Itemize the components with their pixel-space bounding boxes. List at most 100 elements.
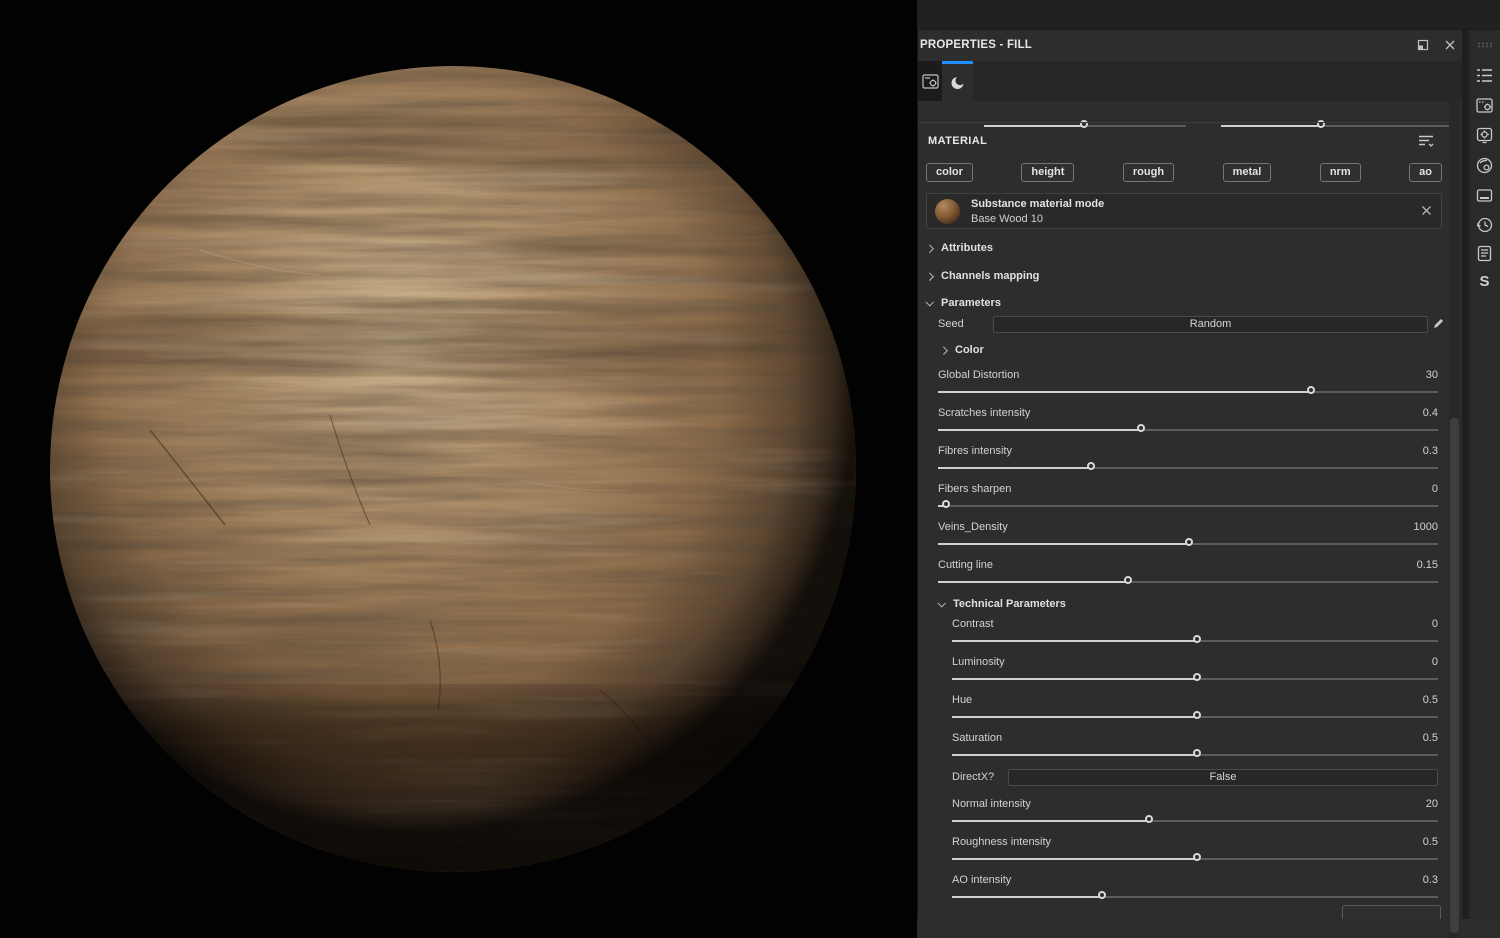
application-window: PROPERTIES - FILL MATERIAL color height …	[0, 0, 1500, 938]
display-settings-icon[interactable]	[1476, 97, 1493, 114]
slider-handle[interactable]	[1192, 673, 1201, 681]
clipped-button[interactable]	[1342, 905, 1441, 919]
channel-nrm-button[interactable]: nrm	[1319, 163, 1361, 182]
param-value[interactable]: 0.5	[1423, 732, 1438, 744]
slider-handle[interactable]	[1137, 424, 1145, 432]
history-icon[interactable]	[1476, 216, 1493, 233]
slider-handle[interactable]	[1192, 853, 1201, 861]
viewer-settings-icon[interactable]	[1476, 127, 1493, 144]
slider-saturation[interactable]	[952, 748, 1438, 761]
section-technical-parameters[interactable]: Technical Parameters	[937, 598, 1066, 612]
slider-luminosity[interactable]	[952, 672, 1438, 685]
param-value[interactable]: 0	[1432, 618, 1438, 630]
chevron-down-icon	[925, 298, 934, 307]
slider-veins-density[interactable]	[938, 537, 1438, 550]
peek-slider[interactable]	[1221, 119, 1449, 132]
param-value[interactable]: 0.3	[1423, 445, 1438, 457]
slider-fibres-intensity[interactable]	[938, 461, 1438, 474]
channel-rough-button[interactable]: rough	[1122, 163, 1175, 182]
close-icon[interactable]	[1443, 38, 1457, 52]
properties-list-icon[interactable]	[1476, 67, 1493, 84]
param-label: Fibers sharpen	[938, 483, 1012, 495]
param-row-cutting-line: Cutting line 0.15	[938, 559, 1438, 572]
slider-cutting-line[interactable]	[938, 575, 1438, 588]
slider-hue[interactable]	[952, 710, 1438, 723]
slider-handle[interactable]	[1185, 538, 1193, 546]
slider-normal-intensity[interactable]	[952, 814, 1438, 827]
section-parameters[interactable]: Parameters	[925, 297, 1001, 311]
slider-handle[interactable]	[941, 500, 950, 508]
param-value[interactable]: 1000	[1414, 521, 1438, 533]
dock-grip-handle[interactable]	[1477, 42, 1492, 48]
slider-scratches-intensity[interactable]	[938, 423, 1438, 436]
shader-settings-icon[interactable]	[1476, 157, 1493, 174]
slider-handle[interactable]	[1087, 462, 1095, 470]
edit-pencil-icon[interactable]	[1432, 317, 1445, 330]
slider-fill	[952, 716, 1197, 718]
viewport-3d[interactable]	[0, 0, 917, 938]
panel-title: PROPERTIES - FILL	[920, 39, 1033, 51]
slider-global-distortion[interactable]	[938, 385, 1438, 398]
channel-color-button[interactable]: color	[926, 163, 973, 182]
section-color[interactable]: Color	[939, 344, 984, 358]
chevron-right-icon	[925, 272, 934, 281]
material-mode-box[interactable]: Substance material mode Base Wood 10	[926, 193, 1442, 229]
channel-height-button[interactable]: height	[1021, 163, 1075, 182]
substance-logo-icon[interactable]: S	[1476, 273, 1493, 290]
param-value[interactable]: 0.4	[1423, 407, 1438, 419]
param-value[interactable]: 0.5	[1423, 694, 1438, 706]
slider-handle[interactable]	[1307, 386, 1315, 394]
display-icon[interactable]	[1476, 187, 1493, 204]
slider-handle[interactable]	[1192, 749, 1201, 757]
slider-fill	[938, 429, 1141, 431]
scrollbar-thumb[interactable]	[1450, 418, 1459, 933]
param-value[interactable]: 30	[1426, 369, 1438, 381]
slider-contrast[interactable]	[952, 634, 1438, 647]
param-row-global-distortion: Global Distortion 30	[938, 369, 1438, 382]
seed-random-button[interactable]: Random	[993, 316, 1428, 333]
tab-material-preview[interactable]	[942, 61, 973, 101]
param-row-saturation: Saturation 0.5	[952, 732, 1438, 745]
right-dock: PROPERTIES - FILL MATERIAL color height …	[917, 0, 1500, 938]
param-value[interactable]: 20	[1426, 798, 1438, 810]
slider-ao-intensity[interactable]	[952, 890, 1438, 903]
param-label: Cutting line	[938, 559, 994, 571]
param-label: Fibres intensity	[938, 445, 1012, 457]
param-value[interactable]: 0.15	[1417, 559, 1438, 571]
param-row-fibers-sharpen: Fibers sharpen 0	[938, 483, 1438, 496]
param-value[interactable]: 0	[1432, 483, 1438, 495]
slider-handle[interactable]	[1144, 815, 1153, 823]
tab-properties-settings[interactable]	[918, 61, 942, 101]
slider-handle[interactable]	[1192, 711, 1201, 719]
param-label: Luminosity	[952, 656, 1005, 668]
section-attributes[interactable]: Attributes	[925, 242, 993, 256]
channel-ao-button[interactable]: ao	[1409, 163, 1442, 182]
section-label: Parameters	[941, 297, 1001, 309]
param-label: AO intensity	[952, 874, 1012, 886]
slider-fill	[952, 820, 1149, 822]
peek-slider[interactable]	[984, 119, 1186, 132]
channel-metal-button[interactable]: metal	[1222, 163, 1272, 182]
directx-toggle-button[interactable]: False	[1008, 769, 1438, 786]
slider-fibers-sharpen[interactable]	[938, 499, 1438, 512]
param-value[interactable]: 0.5	[1423, 836, 1438, 848]
remove-material-icon[interactable]	[1420, 204, 1433, 217]
panel-tabbar	[918, 61, 1463, 128]
material-preview-sphere	[0, 0, 917, 938]
slider-track[interactable]	[938, 505, 1438, 507]
log-icon[interactable]	[1476, 245, 1493, 262]
slider-handle[interactable]	[1192, 635, 1201, 643]
float-window-icon[interactable]	[1416, 38, 1430, 52]
section-channels-mapping[interactable]: Channels mapping	[925, 270, 1039, 284]
material-sphere-icon	[951, 75, 965, 89]
param-value[interactable]: 0.3	[1423, 874, 1438, 886]
panel-scrollbar[interactable]	[1449, 101, 1460, 938]
param-row-luminosity: Luminosity 0	[952, 656, 1438, 669]
slider-handle[interactable]	[1098, 891, 1107, 899]
chevron-down-icon	[937, 599, 946, 608]
param-value[interactable]: 0	[1432, 656, 1438, 668]
material-menu-icon[interactable]	[1418, 134, 1434, 148]
slider-roughness-intensity[interactable]	[952, 852, 1438, 865]
slider-handle[interactable]	[1124, 576, 1132, 584]
param-label: Saturation	[952, 732, 1003, 744]
